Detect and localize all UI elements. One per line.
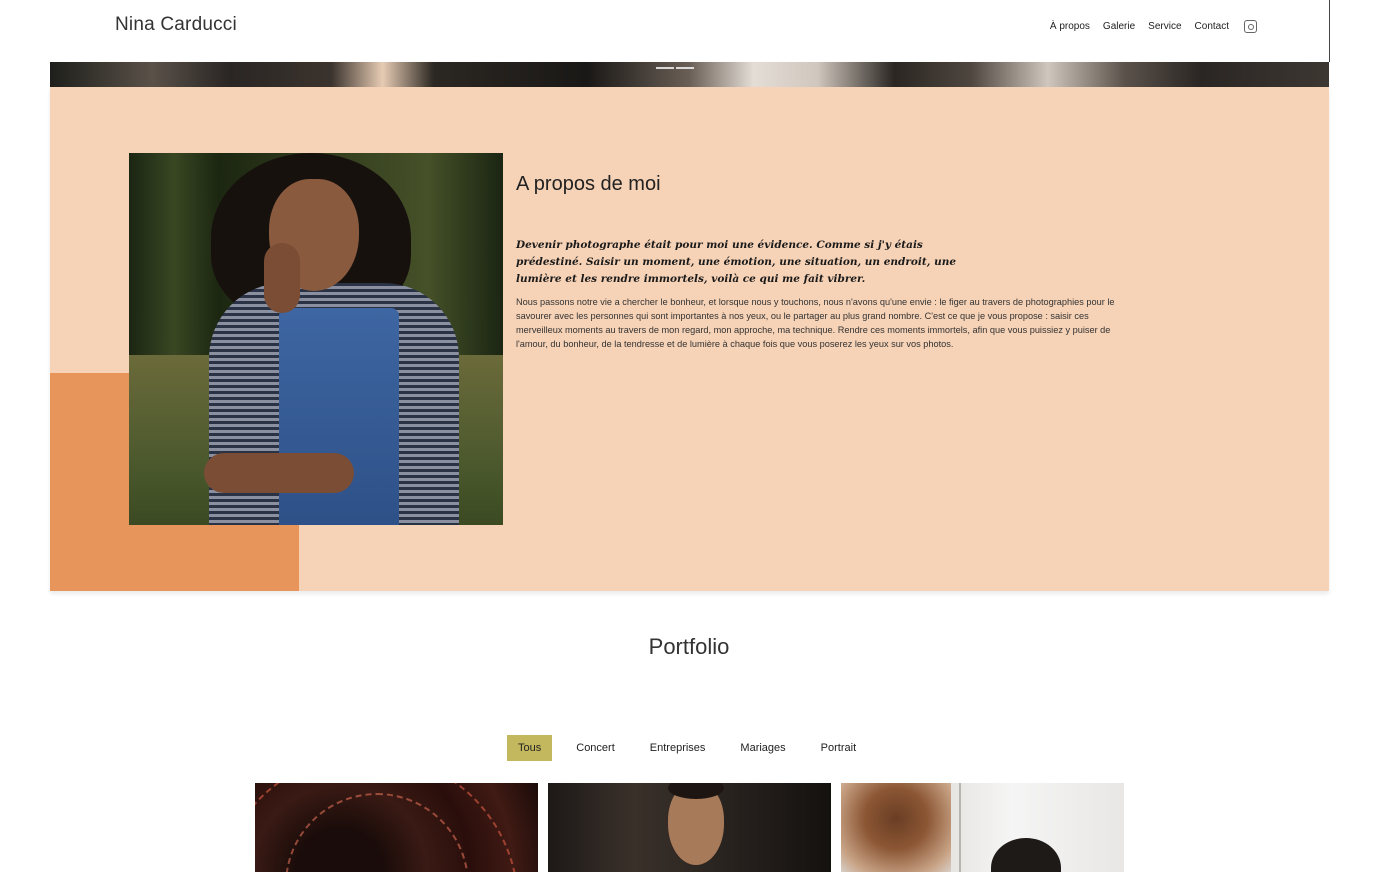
portfolio-filters: Tous Concert Entreprises Mariages Portra… [507, 735, 880, 761]
carousel-indicator[interactable] [676, 67, 694, 69]
about-lead-text: Devenir photographe était pour moi une é… [516, 239, 957, 285]
nav-link-a-propos[interactable]: À propos [1050, 21, 1090, 32]
filter-portrait[interactable]: Portrait [810, 735, 867, 761]
gallery-image-concert[interactable] [255, 783, 538, 872]
filter-concert[interactable]: Concert [565, 735, 626, 761]
about-body-text: Nous passons notre vie a chercher le bon… [516, 297, 1115, 349]
carousel-indicators [656, 67, 694, 69]
gallery-image-business[interactable] [548, 783, 831, 872]
portfolio-gallery [255, 783, 1124, 872]
gallery-image-wedding[interactable] [841, 783, 1124, 872]
filter-mariages[interactable]: Mariages [729, 735, 796, 761]
portfolio-title: Portfolio [648, 634, 730, 659]
nav-link-contact[interactable]: Contact [1195, 21, 1229, 32]
nav-link-service[interactable]: Service [1148, 21, 1181, 32]
nav-link-galerie[interactable]: Galerie [1103, 21, 1135, 32]
carousel-indicator[interactable] [656, 67, 674, 69]
about-title: A propos de moi [516, 173, 661, 195]
instagram-icon[interactable] [1244, 20, 1257, 33]
main-nav: À propos Galerie Service Contact [1050, 20, 1257, 33]
filter-entreprises[interactable]: Entreprises [639, 735, 717, 761]
site-header: Nina Carducci À propos Galerie Service C… [50, 0, 1330, 62]
about-section: A propos de moi Devenir photographe étai… [50, 87, 1329, 591]
hero-carousel [50, 62, 1329, 87]
filter-tous[interactable]: Tous [507, 735, 553, 761]
page: Nina Carducci À propos Galerie Service C… [0, 0, 1378, 872]
site-brand[interactable]: Nina Carducci [115, 14, 237, 36]
portrait-photo [129, 153, 503, 525]
